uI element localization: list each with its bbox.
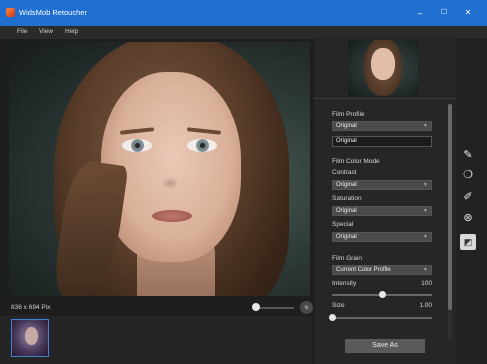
size-value: 1.00 — [419, 302, 432, 309]
menu-help[interactable]: Help — [65, 28, 78, 35]
film-icon[interactable]: ◩ — [460, 234, 476, 250]
film-color-mode-label: Film Color Mode — [332, 158, 380, 165]
film-profile-dropdown[interactable]: Original ▼ — [332, 121, 432, 131]
filmstrip-thumbnail[interactable] — [11, 319, 49, 357]
portrait-left-eye — [122, 139, 152, 152]
contrast-dropdown[interactable]: Original ▼ — [332, 180, 432, 190]
color-circles-icon[interactable]: ⊛ — [460, 210, 476, 226]
panel-divider — [314, 98, 456, 99]
minimize-button[interactable]: – — [409, 5, 431, 21]
image-dimensions: 836 x 694 Pix — [11, 304, 51, 311]
film-grain-profile-dropdown[interactable]: Current Color Profile ▼ — [332, 265, 432, 275]
title-bar: WidsMob Retoucher – ☐ ✕ — [0, 0, 487, 26]
window-title: WidsMob Retoucher — [19, 8, 87, 17]
special-label: Special — [332, 221, 354, 228]
special-value: Original — [336, 234, 357, 240]
saturation-value: Original — [336, 208, 357, 214]
intensity-slider-knob[interactable] — [378, 291, 386, 298]
size-slider-track[interactable] — [332, 317, 432, 319]
chevron-down-icon: ▼ — [423, 182, 428, 188]
size-slider-knob[interactable] — [328, 314, 336, 321]
status-bar: 836 x 694 Pix fit — [9, 298, 313, 316]
film-profile-value: Original — [336, 123, 357, 129]
special-dropdown[interactable]: Original ▼ — [332, 232, 432, 242]
close-button[interactable]: ✕ — [457, 5, 479, 21]
save-as-button[interactable]: Save As — [345, 339, 425, 353]
menu-file[interactable]: File — [17, 28, 27, 35]
portrait-right-eye — [187, 139, 217, 152]
droplet-icon[interactable]: ❍ — [460, 167, 476, 183]
film-profile-label: Film Profile — [332, 111, 365, 118]
chevron-down-icon: ▼ — [423, 267, 428, 273]
film-profile-name-field[interactable]: Original — [332, 136, 432, 147]
app-logo-icon — [6, 8, 15, 17]
settings-panel: Film Profile Original ▼ Original Film Co… — [314, 38, 456, 364]
photo-canvas[interactable] — [9, 42, 310, 296]
size-label: Size — [332, 302, 345, 309]
film-grain-profile-value: Current Color Profile — [336, 267, 391, 273]
brush-icon[interactable]: ✐ — [460, 189, 476, 205]
intensity-value: 100 — [421, 280, 432, 287]
intensity-label: Intensity — [332, 280, 357, 287]
maximize-button[interactable]: ☐ — [433, 5, 455, 21]
chevron-down-icon: ▼ — [423, 234, 428, 240]
preview-thumbnail — [348, 40, 418, 96]
chevron-down-icon: ▼ — [423, 208, 428, 214]
panel-scrollbar-thumb[interactable] — [448, 104, 452, 310]
contrast-value: Original — [336, 182, 357, 188]
portrait-nose — [161, 177, 179, 189]
tools-toolbar: ✎ ❍ ✐ ⊛ ◩ — [456, 38, 487, 364]
zoom-fit-button[interactable]: fit — [300, 301, 313, 314]
contrast-label: Contrast — [332, 169, 357, 176]
saturation-label: Saturation — [332, 195, 362, 202]
film-grain-label: Film Grain — [332, 255, 362, 262]
filmstrip — [0, 316, 312, 364]
pencil-icon[interactable]: ✎ — [460, 147, 476, 163]
menu-view[interactable]: View — [39, 28, 53, 35]
saturation-dropdown[interactable]: Original ▼ — [332, 206, 432, 216]
chevron-down-icon: ▼ — [423, 123, 428, 129]
zoom-fit-label: fit — [304, 305, 309, 310]
zoom-slider-track[interactable] — [254, 307, 294, 309]
zoom-slider-knob[interactable] — [252, 303, 260, 311]
portrait-lips — [152, 210, 192, 222]
